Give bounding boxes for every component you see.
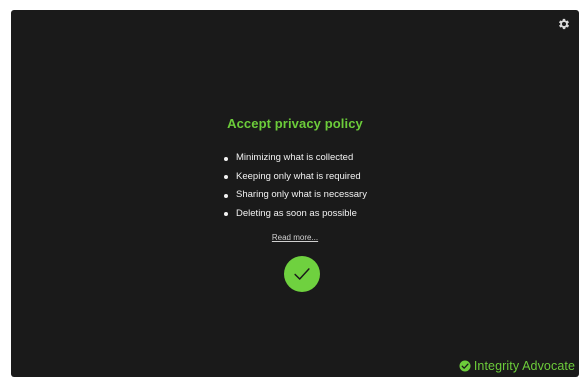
- policy-points-list: Minimizing what is collected Keeping onl…: [223, 149, 367, 223]
- settings-button[interactable]: [557, 17, 571, 31]
- accept-button[interactable]: [284, 256, 320, 292]
- policy-point: Keeping only what is required: [223, 168, 367, 187]
- read-more-link[interactable]: Read more...: [272, 233, 318, 242]
- brand-name: Integrity Advocate: [473, 359, 575, 373]
- privacy-dialog: Accept privacy policy Minimizing what is…: [11, 10, 579, 377]
- policy-title: Accept privacy policy: [227, 116, 363, 131]
- policy-point: Minimizing what is collected: [223, 149, 367, 168]
- checkmark-icon: [294, 268, 310, 280]
- policy-content: Accept privacy policy Minimizing what is…: [11, 116, 579, 242]
- brand-logo-group: Integrity Advocate: [459, 359, 575, 373]
- check-circle-logo-icon: [459, 360, 471, 372]
- policy-point: Deleting as soon as possible: [223, 205, 367, 224]
- gear-icon: [558, 18, 570, 30]
- policy-point: Sharing only what is necessary: [223, 186, 367, 205]
